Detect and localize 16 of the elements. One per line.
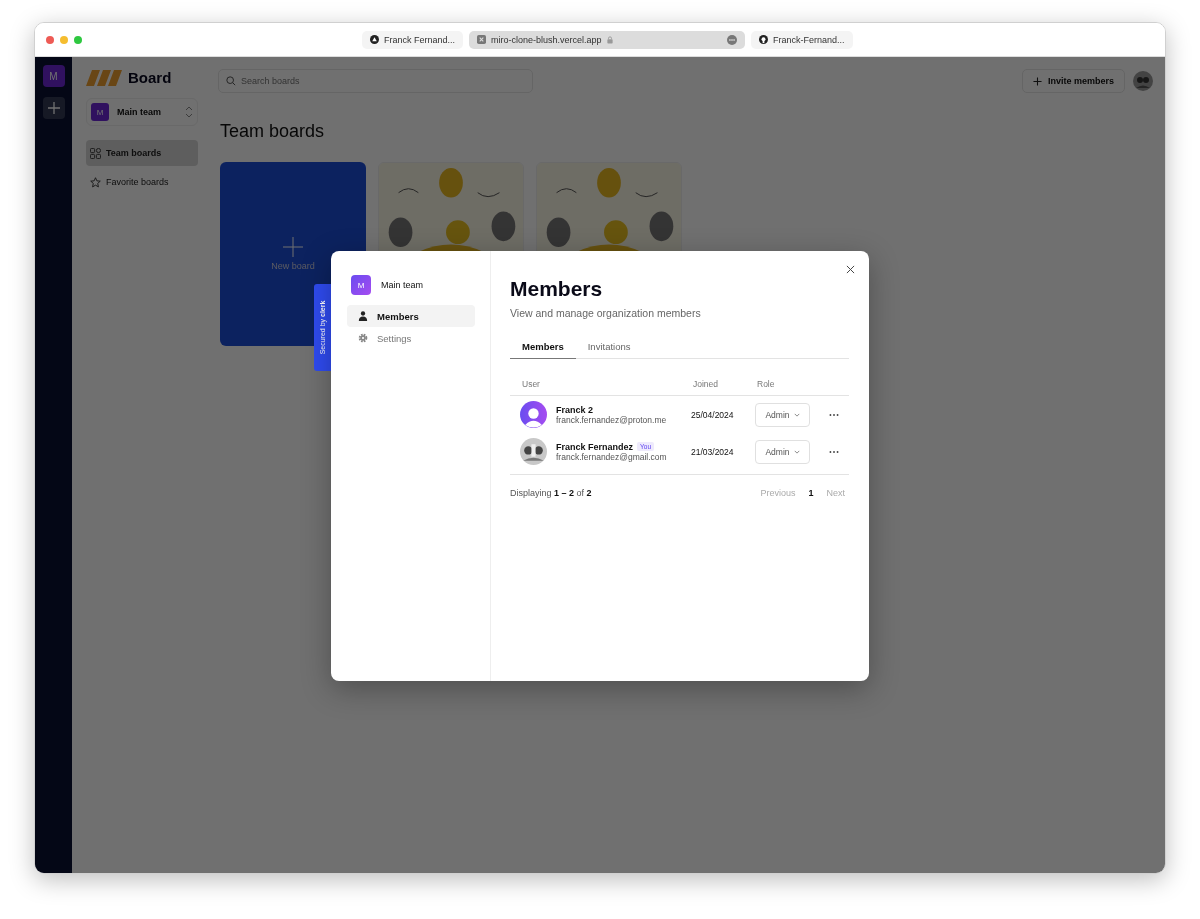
member-email: franck.fernandez@gmail.com (556, 451, 667, 462)
organization-name: Main team (381, 280, 424, 290)
column-header: Joined (693, 379, 720, 389)
pagination-summary: Displaying 1 – 2 of 2 (510, 488, 592, 498)
member-email: franck.fernandez@proton.me (556, 414, 667, 425)
dialog-title: Members (510, 277, 604, 301)
member-name: Franck Fernandez (556, 441, 634, 452)
organization-avatar: M (351, 275, 371, 295)
column-header: Role (757, 379, 776, 389)
joined-date: 25/04/2024 (691, 409, 735, 420)
joined-date: 21/03/2024 (691, 446, 735, 457)
dialog-subtitle: View and manage organization members (510, 307, 702, 319)
app-logo: Board (128, 69, 172, 86)
column-header: User (522, 379, 541, 389)
page-title: Team boards (220, 121, 326, 142)
member-name: Franck 2 (556, 404, 594, 415)
